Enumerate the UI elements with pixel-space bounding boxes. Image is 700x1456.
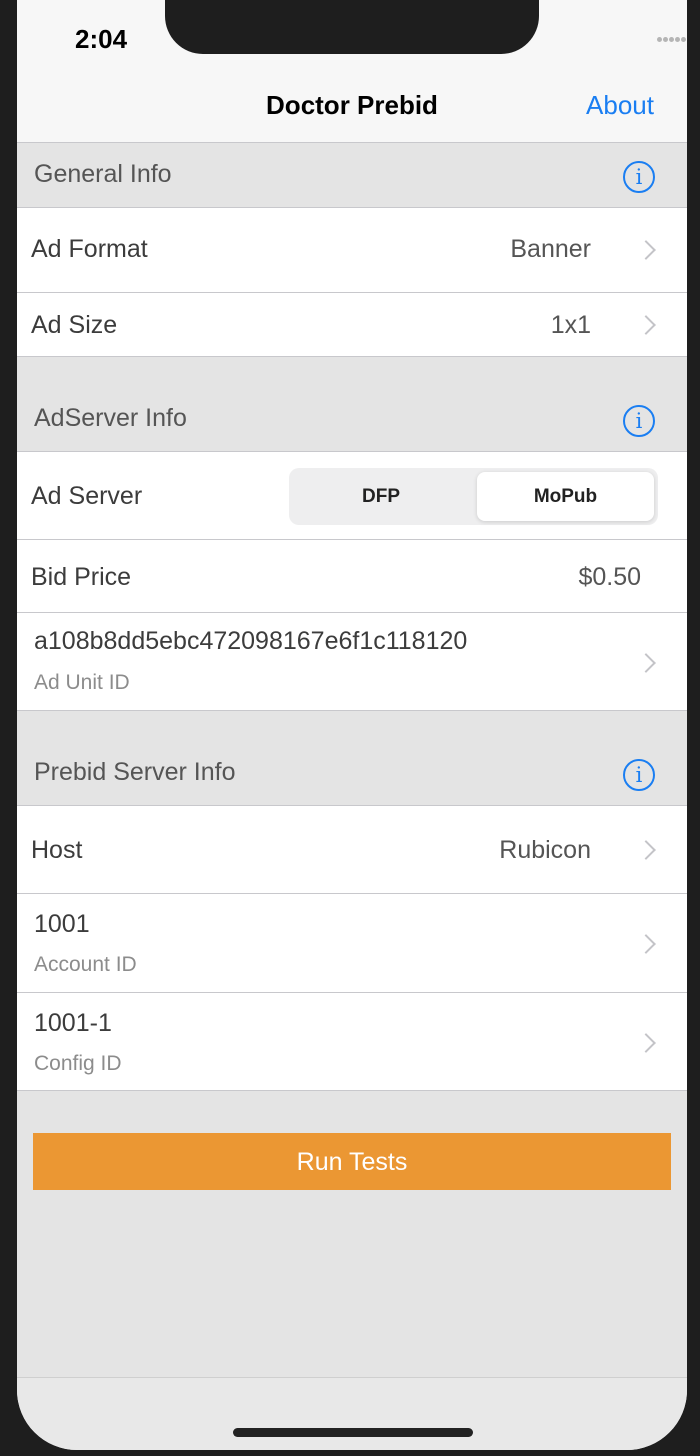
host-value: Rubicon — [499, 836, 591, 864]
chevron-right-icon — [636, 1033, 656, 1053]
section-header-general: General Info i — [17, 143, 687, 208]
account-id-value: 1001 — [34, 910, 90, 938]
navigation-bar: 2:04 Doctor Prebid About — [17, 0, 687, 143]
ad-unit-id-value: a108b8dd5ebc472098167e6f1c118120 — [34, 627, 468, 655]
bid-price-value: $0.50 — [578, 563, 641, 591]
chevron-right-icon — [636, 840, 656, 860]
run-tests-button[interactable]: Run Tests — [33, 1133, 671, 1190]
about-button[interactable]: About — [586, 90, 654, 121]
ad-server-segmented-control[interactable]: DFP MoPub — [289, 468, 658, 525]
chevron-right-icon — [636, 240, 656, 260]
ad-unit-id-row[interactable]: a108b8dd5ebc472098167e6f1c118120 Ad Unit… — [17, 613, 687, 711]
config-id-row[interactable]: 1001-1 Config ID — [17, 993, 687, 1091]
ad-format-value: Banner — [510, 235, 591, 263]
account-id-label: Account ID — [34, 953, 137, 976]
host-row[interactable]: Host Rubicon — [17, 806, 687, 894]
info-icon[interactable]: i — [623, 759, 655, 791]
ad-server-label: Ad Server — [31, 482, 143, 510]
section-header-adserver: AdServer Info i — [17, 357, 687, 452]
chevron-right-icon — [636, 934, 656, 954]
phone-frame: 2:04 Doctor Prebid About General Info i — [0, 0, 700, 1456]
ad-size-label: Ad Size — [31, 311, 118, 339]
section-title: AdServer Info — [34, 404, 187, 432]
signal-icon — [657, 37, 687, 45]
notch — [165, 0, 539, 54]
info-icon[interactable]: i — [623, 405, 655, 437]
section-header-prebid: Prebid Server Info i — [17, 711, 687, 806]
host-label: Host — [31, 836, 83, 864]
home-indicator[interactable] — [233, 1428, 473, 1437]
config-id-label: Config ID — [34, 1052, 122, 1075]
info-icon[interactable]: i — [623, 161, 655, 193]
section-title: Prebid Server Info — [34, 758, 236, 786]
account-id-row[interactable]: 1001 Account ID — [17, 894, 687, 993]
bottom-bar — [17, 1377, 687, 1450]
section-title: General Info — [34, 160, 172, 188]
bid-price-label: Bid Price — [31, 563, 132, 591]
bid-price-row[interactable]: Bid Price $0.50 — [17, 540, 687, 613]
ad-format-label: Ad Format — [31, 235, 148, 263]
segment-dfp[interactable]: DFP — [293, 472, 469, 521]
segment-mopub[interactable]: MoPub — [477, 472, 654, 521]
screen: 2:04 Doctor Prebid About General Info i — [17, 0, 687, 1450]
status-time: 2:04 — [75, 24, 128, 54]
ad-format-row[interactable]: Ad Format Banner — [17, 208, 687, 293]
ad-server-row: Ad Server DFP MoPub — [17, 452, 687, 540]
ad-unit-id-label: Ad Unit ID — [34, 671, 130, 694]
config-id-value: 1001-1 — [34, 1009, 112, 1037]
chevron-right-icon — [636, 315, 656, 335]
ad-size-row[interactable]: Ad Size 1x1 — [17, 293, 687, 357]
chevron-right-icon — [636, 653, 656, 673]
ad-size-value: 1x1 — [550, 311, 591, 339]
